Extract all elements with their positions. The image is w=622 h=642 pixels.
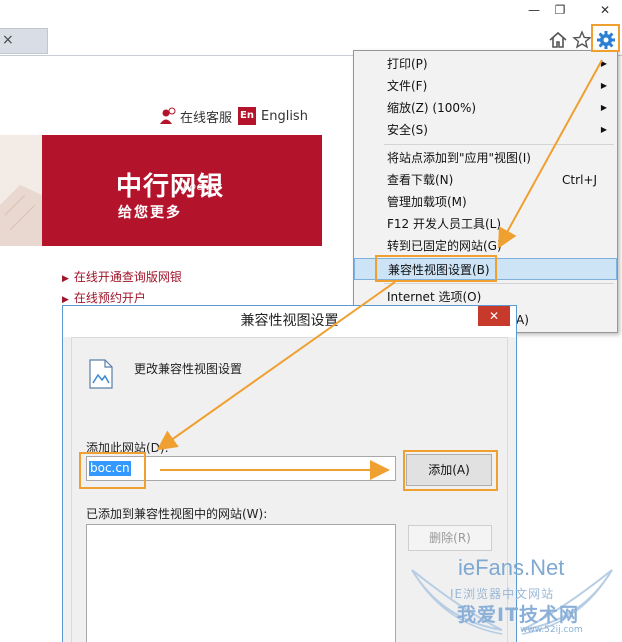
banner-image — [0, 135, 42, 246]
document-icon — [89, 359, 113, 389]
watermark-url: www.52ij.com — [520, 625, 583, 635]
menu-item-safety[interactable]: 安全(S) ▶ — [354, 119, 617, 141]
brand-slogan: 给您更多 — [118, 205, 182, 221]
add-button[interactable]: 添加(A) — [406, 454, 492, 486]
menu-item-zoom[interactable]: 缩放(Z) (100%) ▶ — [354, 97, 617, 119]
brand-subtitle: BOCNET — [183, 183, 223, 192]
english-link[interactable]: En English — [238, 106, 308, 126]
site-input-value: boc.cn — [89, 461, 131, 476]
language-label: English — [261, 108, 308, 124]
menu-item-file[interactable]: 文件(F) ▶ — [354, 75, 617, 97]
delete-button[interactable]: 删除(R) — [408, 525, 492, 551]
watermark-site: ieFans.Net — [458, 555, 565, 580]
browser-tab[interactable]: × — [0, 28, 48, 54]
online-service-link[interactable]: 在线客服 — [158, 106, 232, 126]
menu-item-view-downloads[interactable]: 查看下载(N) Ctrl+J — [354, 169, 617, 191]
minimize-button[interactable]: — — [525, 2, 543, 18]
link-open-query-banking[interactable]: ▶ 在线开通查询版网银 — [62, 268, 182, 285]
watermark-brand: 我爱IT技术网 — [457, 604, 580, 626]
site-list-label: 已添加到兼容性视图中的网站(W): — [86, 507, 268, 521]
gear-icon[interactable] — [595, 29, 617, 51]
window-close-button[interactable]: ✕ — [596, 2, 614, 18]
home-icon[interactable] — [547, 29, 569, 51]
service-label: 在线客服 — [180, 110, 233, 126]
menu-item-manage-addons[interactable]: 管理加载项(M) — [354, 191, 617, 213]
tools-menu: 打印(P) ▶ 文件(F) ▶ 缩放(Z) (100%) ▶ 安全(S) ▶ 将站点添加… — [353, 50, 618, 333]
menu-item-add-to-apps[interactable]: 将站点添加到"应用"视图(I) — [354, 147, 617, 169]
menu-item-compat-view[interactable]: 兼容性视图设置(B) — [354, 258, 617, 280]
link-book-account[interactable]: ▶ 在线预约开户 — [62, 289, 146, 306]
add-site-label: 添加此网站(D): — [86, 441, 169, 455]
dialog-close-button[interactable]: ✕ — [478, 306, 510, 326]
language-badge: En — [238, 107, 256, 125]
dialog-heading: 更改兼容性视图设置 — [134, 362, 243, 376]
site-list[interactable] — [86, 524, 396, 642]
menu-separator — [384, 144, 614, 145]
tab-close-button[interactable]: × — [2, 32, 18, 48]
site-input[interactable]: boc.cn — [86, 456, 396, 481]
star-icon[interactable] — [571, 29, 593, 51]
dialog-title: 兼容性视图设置 — [240, 313, 339, 329]
browser-chrome: × — ❐ ✕ — [0, 0, 622, 56]
service-person-icon — [160, 107, 176, 124]
bullet-icon: ▶ — [62, 274, 69, 284]
menu-separator — [384, 283, 614, 284]
menu-item-pinned-sites[interactable]: 转到已固定的网站(G) — [354, 235, 617, 257]
menu-item-f12-devtools[interactable]: F12 开发人员工具(L) — [354, 213, 617, 235]
bullet-icon: ▶ — [62, 295, 69, 305]
restore-button[interactable]: ❐ — [551, 2, 569, 18]
menu-item-print[interactable]: 打印(P) ▶ — [354, 53, 617, 75]
